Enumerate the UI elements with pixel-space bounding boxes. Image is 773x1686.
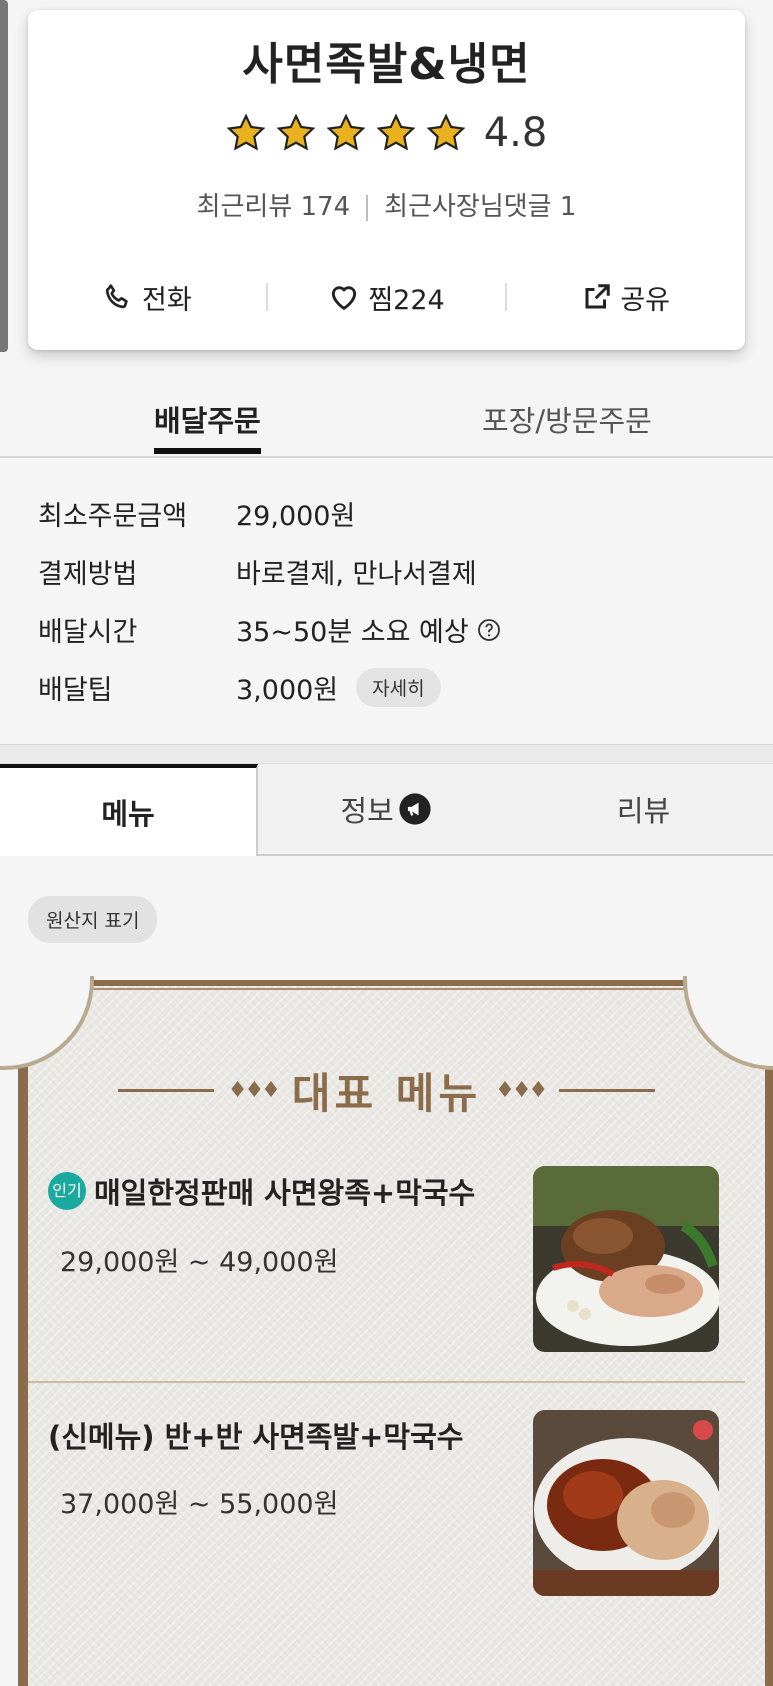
delivery-tip-value: 3,000원 <box>236 675 339 706</box>
star-icon <box>326 113 366 151</box>
favorite-button[interactable]: 찜224 <box>268 278 506 317</box>
menu-item-name-wrap: 인기 매일한정판매 사면왕족+막국수 <box>48 1170 475 1212</box>
menu-item-photo <box>533 1410 719 1596</box>
star-icon <box>276 113 316 151</box>
min-order-value: 29,000원 <box>236 501 356 532</box>
share-label: 공유 <box>620 284 671 316</box>
origin-label-button[interactable]: 원산지 표기 <box>28 896 158 943</box>
menu-item[interactable]: (신메뉴) 반+반 사면족발+막국수 37,000원 ~ 55,000원 <box>28 1384 745 1624</box>
frame-top-border <box>80 980 695 990</box>
star-icon <box>376 113 416 151</box>
share-button[interactable]: 공유 <box>507 278 745 317</box>
star-icon <box>426 113 466 151</box>
menu-item-photo <box>533 1166 719 1352</box>
call-button[interactable]: 전화 <box>28 278 266 317</box>
phone-icon <box>105 284 128 309</box>
ornament-line <box>559 1089 656 1092</box>
menu-item-price: 29,000원 ~ 49,000원 <box>60 1247 339 1278</box>
rating-row: 4.8 <box>28 110 745 156</box>
recent-reviews-link[interactable]: 최근리뷰 174 <box>197 192 351 222</box>
owner-replies-link[interactable]: 최근사장님댓글 1 <box>384 192 576 222</box>
star-icon <box>226 113 266 151</box>
delivery-time-wrap: 35~50분 소요 예상 <box>236 610 501 649</box>
store-info-card: 사면족발&냉면 4.8 최근리뷰 174 최근사장님댓글 1 전화 찜224 공유 <box>28 10 745 350</box>
delivery-time-label: 배달시간 <box>38 617 138 648</box>
delivery-info: 최소주문금액 29,000원 결제방법 바로결제, 만나서결제 배달시간 35~… <box>38 494 738 726</box>
payment-row: 결제방법 바로결제, 만나서결제 <box>38 552 738 610</box>
tip-detail-button[interactable]: 자세히 <box>356 668 441 707</box>
main-tabs: 메뉴 정보 리뷰 <box>0 764 773 856</box>
menu-item-name: 매일한정판매 사면왕족+막국수 <box>94 1176 476 1210</box>
featured-menu-title: ♦♦♦ 대표 메뉴 ♦♦♦ <box>0 1060 773 1121</box>
tab-info-label: 정보 <box>340 794 394 828</box>
order-type-tabs: 배달주문 포장/방문주문 <box>0 380 773 458</box>
tab-review[interactable]: 리뷰 <box>514 764 773 856</box>
ornament-line <box>117 1089 214 1092</box>
menu-item[interactable]: 인기 매일한정판매 사면왕족+막국수 29,000원 ~ 49,000원 <box>28 1148 745 1368</box>
megaphone-icon <box>399 793 431 825</box>
tab-menu[interactable]: 메뉴 <box>0 764 258 856</box>
delivery-tip-row: 배달팁 3,000원 자세히 <box>38 668 738 726</box>
left-edge-handle <box>0 0 8 352</box>
diamond-ornament-icon: ♦♦♦ <box>495 1078 548 1103</box>
payment-label: 결제방법 <box>38 559 138 590</box>
tab-pickup-order[interactable]: 포장/방문주문 <box>482 398 652 440</box>
section-divider <box>0 744 773 764</box>
min-order-label: 최소주문금액 <box>38 501 188 532</box>
action-bar: 전화 찜224 공유 <box>28 272 745 322</box>
popular-badge: 인기 <box>48 1172 86 1210</box>
featured-title-text: 대표 메뉴 <box>291 1069 482 1118</box>
question-icon[interactable] <box>477 618 501 642</box>
payment-value: 바로결제, 만나서결제 <box>236 559 477 590</box>
delivery-time-row: 배달시간 35~50분 소요 예상 <box>38 610 738 668</box>
tab-delivery-order[interactable]: 배달주문 <box>154 398 261 454</box>
heart-icon <box>332 286 357 310</box>
menu-item-name-wrap: (신메뉴) 반+반 사면족발+막국수 <box>48 1414 463 1456</box>
delivery-tip-label: 배달팁 <box>38 675 113 706</box>
delivery-time-value: 35~50분 소요 예상 <box>236 617 469 648</box>
favorite-label: 찜224 <box>368 284 445 316</box>
tab-info[interactable]: 정보 <box>258 764 514 856</box>
call-label: 전화 <box>141 284 192 316</box>
diamond-ornament-icon: ♦♦♦ <box>227 1078 281 1103</box>
menu-item-name: (신메뉴) 반+반 사면족발+막국수 <box>48 1420 464 1454</box>
menu-item-price: 37,000원 ~ 55,000원 <box>60 1489 339 1520</box>
review-summary: 최근리뷰 174 최근사장님댓글 1 <box>28 186 745 223</box>
rating-value: 4.8 <box>483 110 548 156</box>
store-name: 사면족발&냉면 <box>242 39 531 90</box>
divider <box>366 194 369 221</box>
share-icon <box>585 284 611 309</box>
delivery-tip-wrap: 3,000원 자세히 <box>236 668 441 707</box>
menu-divider <box>28 1381 745 1383</box>
min-order-row: 최소주문금액 29,000원 <box>38 494 738 552</box>
